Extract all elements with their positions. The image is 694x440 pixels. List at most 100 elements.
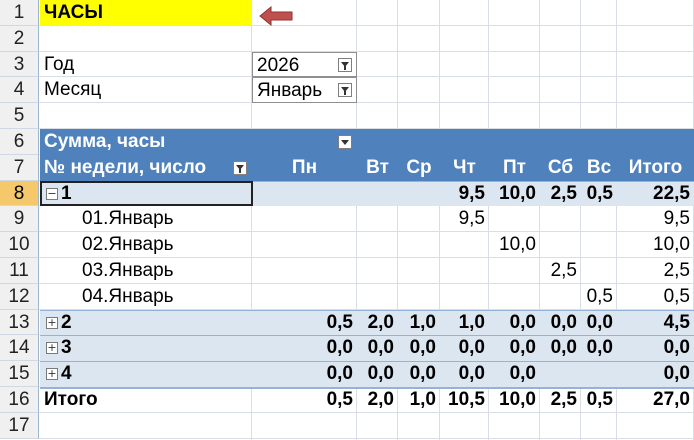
value-cell: 9,5 (663, 208, 690, 229)
expand-icon[interactable]: + (46, 368, 58, 380)
row-field-filter-icon[interactable] (233, 161, 247, 175)
value-cell: 2,0 (367, 389, 394, 410)
filter-year-dropdown-icon[interactable] (338, 58, 352, 72)
value-cell: 9,5 (458, 183, 485, 204)
value-cell (540, 232, 581, 258)
value-cell: 27,0 (653, 389, 690, 410)
row-header[interactable]: 17 (0, 413, 39, 439)
value-cell (398, 181, 440, 206)
row-header[interactable]: 9 (0, 206, 39, 232)
filter-month-dropdown-icon[interactable] (338, 83, 352, 97)
filter-label-month: Месяц (44, 79, 102, 100)
active-cell[interactable] (40, 181, 253, 206)
value-cell (581, 258, 617, 284)
value-cell: 2,5 (550, 183, 577, 204)
detail-label: 01.Январь (82, 208, 174, 229)
value-cell: 0,0 (550, 312, 577, 333)
value-cell: 10,0 (653, 234, 690, 255)
value-cell: 0,0 (550, 337, 577, 358)
value-cell: 0,5 (586, 389, 613, 410)
value-cell (489, 284, 540, 310)
detail-label: 03.Январь (82, 260, 174, 281)
spreadsheet: 1 2 3 4 5 6 7 8 9 10 11 12 13 14 15 16 17 ЧАСЫ Год Месяц 202… (0, 0, 694, 440)
value-cell (440, 284, 489, 310)
row-header[interactable]: 15 (0, 361, 39, 387)
row-header[interactable]: 10 (0, 232, 39, 258)
row-header[interactable]: 1 (0, 0, 39, 26)
value-cell (398, 206, 440, 232)
column-header: Ср (406, 157, 432, 178)
value-cell: 0,5 (326, 389, 353, 410)
value-cell: 0,0 (663, 363, 690, 384)
value-cell (252, 181, 357, 206)
value-cell (581, 361, 617, 387)
column-header: Пн (291, 157, 318, 178)
value-cell (489, 258, 540, 284)
detail-label: 02.Январь (82, 234, 174, 255)
value-cell (398, 232, 440, 258)
group-label[interactable]: 3 (58, 335, 250, 361)
value-cell: 10,0 (499, 234, 536, 255)
value-cell (540, 361, 581, 387)
value-cell: 0,0 (367, 363, 394, 384)
value-cell (540, 284, 581, 310)
value-cell: 0,0 (409, 337, 436, 358)
row-header[interactable]: 5 (0, 103, 39, 129)
value-cell (398, 284, 440, 310)
row-header[interactable]: 6 (0, 129, 39, 155)
row-header[interactable]: 14 (0, 335, 39, 361)
row-header[interactable]: 12 (0, 284, 39, 310)
value-cell (440, 258, 489, 284)
row-header[interactable]: 3 (0, 52, 39, 77)
value-cell: 0,5 (663, 286, 690, 307)
value-cell (398, 258, 440, 284)
row-header[interactable]: 7 (0, 155, 39, 181)
value-cell: 2,5 (550, 389, 577, 410)
expand-icon[interactable]: + (46, 317, 58, 329)
pivot-row-field-label: № недели, число (44, 157, 207, 178)
group-label[interactable]: 2 (58, 310, 250, 335)
value-cell: 0,0 (509, 337, 536, 358)
group-label[interactable]: 4 (58, 361, 250, 387)
value-cell (489, 206, 540, 232)
column-header: Пт (503, 157, 526, 178)
value-cell: 0,5 (326, 312, 353, 333)
value-cell (252, 284, 357, 310)
value-cell: 9,5 (458, 208, 485, 229)
title-cell[interactable]: ЧАСЫ (40, 0, 252, 26)
column-header: Сб (547, 157, 574, 178)
value-cell (581, 206, 617, 232)
row-header[interactable]: 4 (0, 77, 39, 103)
value-cell: 0,0 (409, 363, 436, 384)
expand-icon[interactable]: + (46, 342, 58, 354)
value-cell (540, 206, 581, 232)
gridline-horizontal (39, 438, 694, 439)
value-cell: 2,0 (367, 312, 394, 333)
value-cell (357, 206, 398, 232)
value-cell (357, 258, 398, 284)
value-cell (252, 232, 357, 258)
value-cell: 10,0 (499, 389, 536, 410)
value-cell: 0,0 (367, 337, 394, 358)
left-arrow-icon (259, 6, 293, 26)
value-cell: 0,0 (326, 337, 353, 358)
column-header: Чт (453, 157, 476, 178)
row-header[interactable]: 2 (0, 26, 39, 52)
row-header[interactable]: 13 (0, 310, 39, 335)
detail-label: 04.Январь (82, 286, 174, 307)
value-cell (252, 258, 357, 284)
column-header: Вс (586, 157, 612, 178)
value-cell: 2,5 (550, 260, 577, 281)
value-cell: 0,5 (586, 286, 613, 307)
value-cell: 4,5 (663, 312, 690, 333)
row-header[interactable]: 16 (0, 387, 39, 413)
data-header-dropdown-icon[interactable] (338, 135, 352, 149)
value-cell: 10,0 (499, 183, 536, 204)
value-cell: 0,0 (326, 363, 353, 384)
value-cell: 1,0 (409, 312, 436, 333)
value-cell: 0,5 (586, 183, 613, 204)
row-header[interactable]: 8 (0, 181, 39, 206)
column-header: Вт (366, 157, 389, 178)
value-cell: 0,0 (663, 337, 690, 358)
row-header[interactable]: 11 (0, 258, 39, 284)
